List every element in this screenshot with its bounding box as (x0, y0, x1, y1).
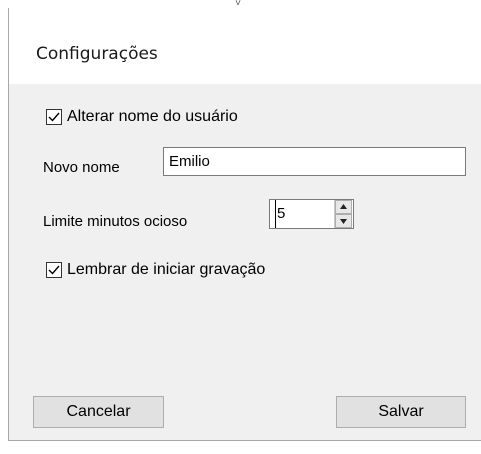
arrow-down-icon (340, 219, 347, 224)
idle-limit-value[interactable]: 5 (275, 200, 285, 228)
idle-limit-label: Limite minutos ocioso (43, 213, 188, 230)
stepper-buttons (334, 200, 353, 228)
stepper-down-button[interactable] (335, 214, 352, 228)
arrow-up-icon (340, 204, 347, 209)
save-button[interactable]: Salvar (336, 396, 466, 428)
dialog-title: Configurações (36, 44, 158, 64)
remember-recording-label[interactable]: Lembrar de iniciar gravação (67, 261, 265, 279)
chevron-down-icon: ˅ (235, 0, 241, 9)
check-icon (48, 265, 60, 275)
dialog-header: Configurações (9, 8, 481, 84)
rename-user-label[interactable]: Alterar nome do usuário (67, 108, 238, 126)
rename-user-checkbox[interactable] (46, 109, 62, 125)
settings-dialog: Configurações Alterar nome do usuário No… (8, 8, 481, 441)
screen: ˅ Configurações Alterar nome do usuário … (0, 0, 481, 454)
remember-recording-checkbox[interactable] (46, 262, 62, 278)
stepper-up-button[interactable] (335, 200, 352, 214)
cancel-button[interactable]: Cancelar (33, 396, 164, 428)
check-icon (48, 112, 60, 122)
new-name-input[interactable]: Emilio (163, 147, 466, 176)
new-name-label: Novo nome (43, 159, 120, 176)
idle-limit-stepper[interactable]: 5 (269, 199, 354, 229)
